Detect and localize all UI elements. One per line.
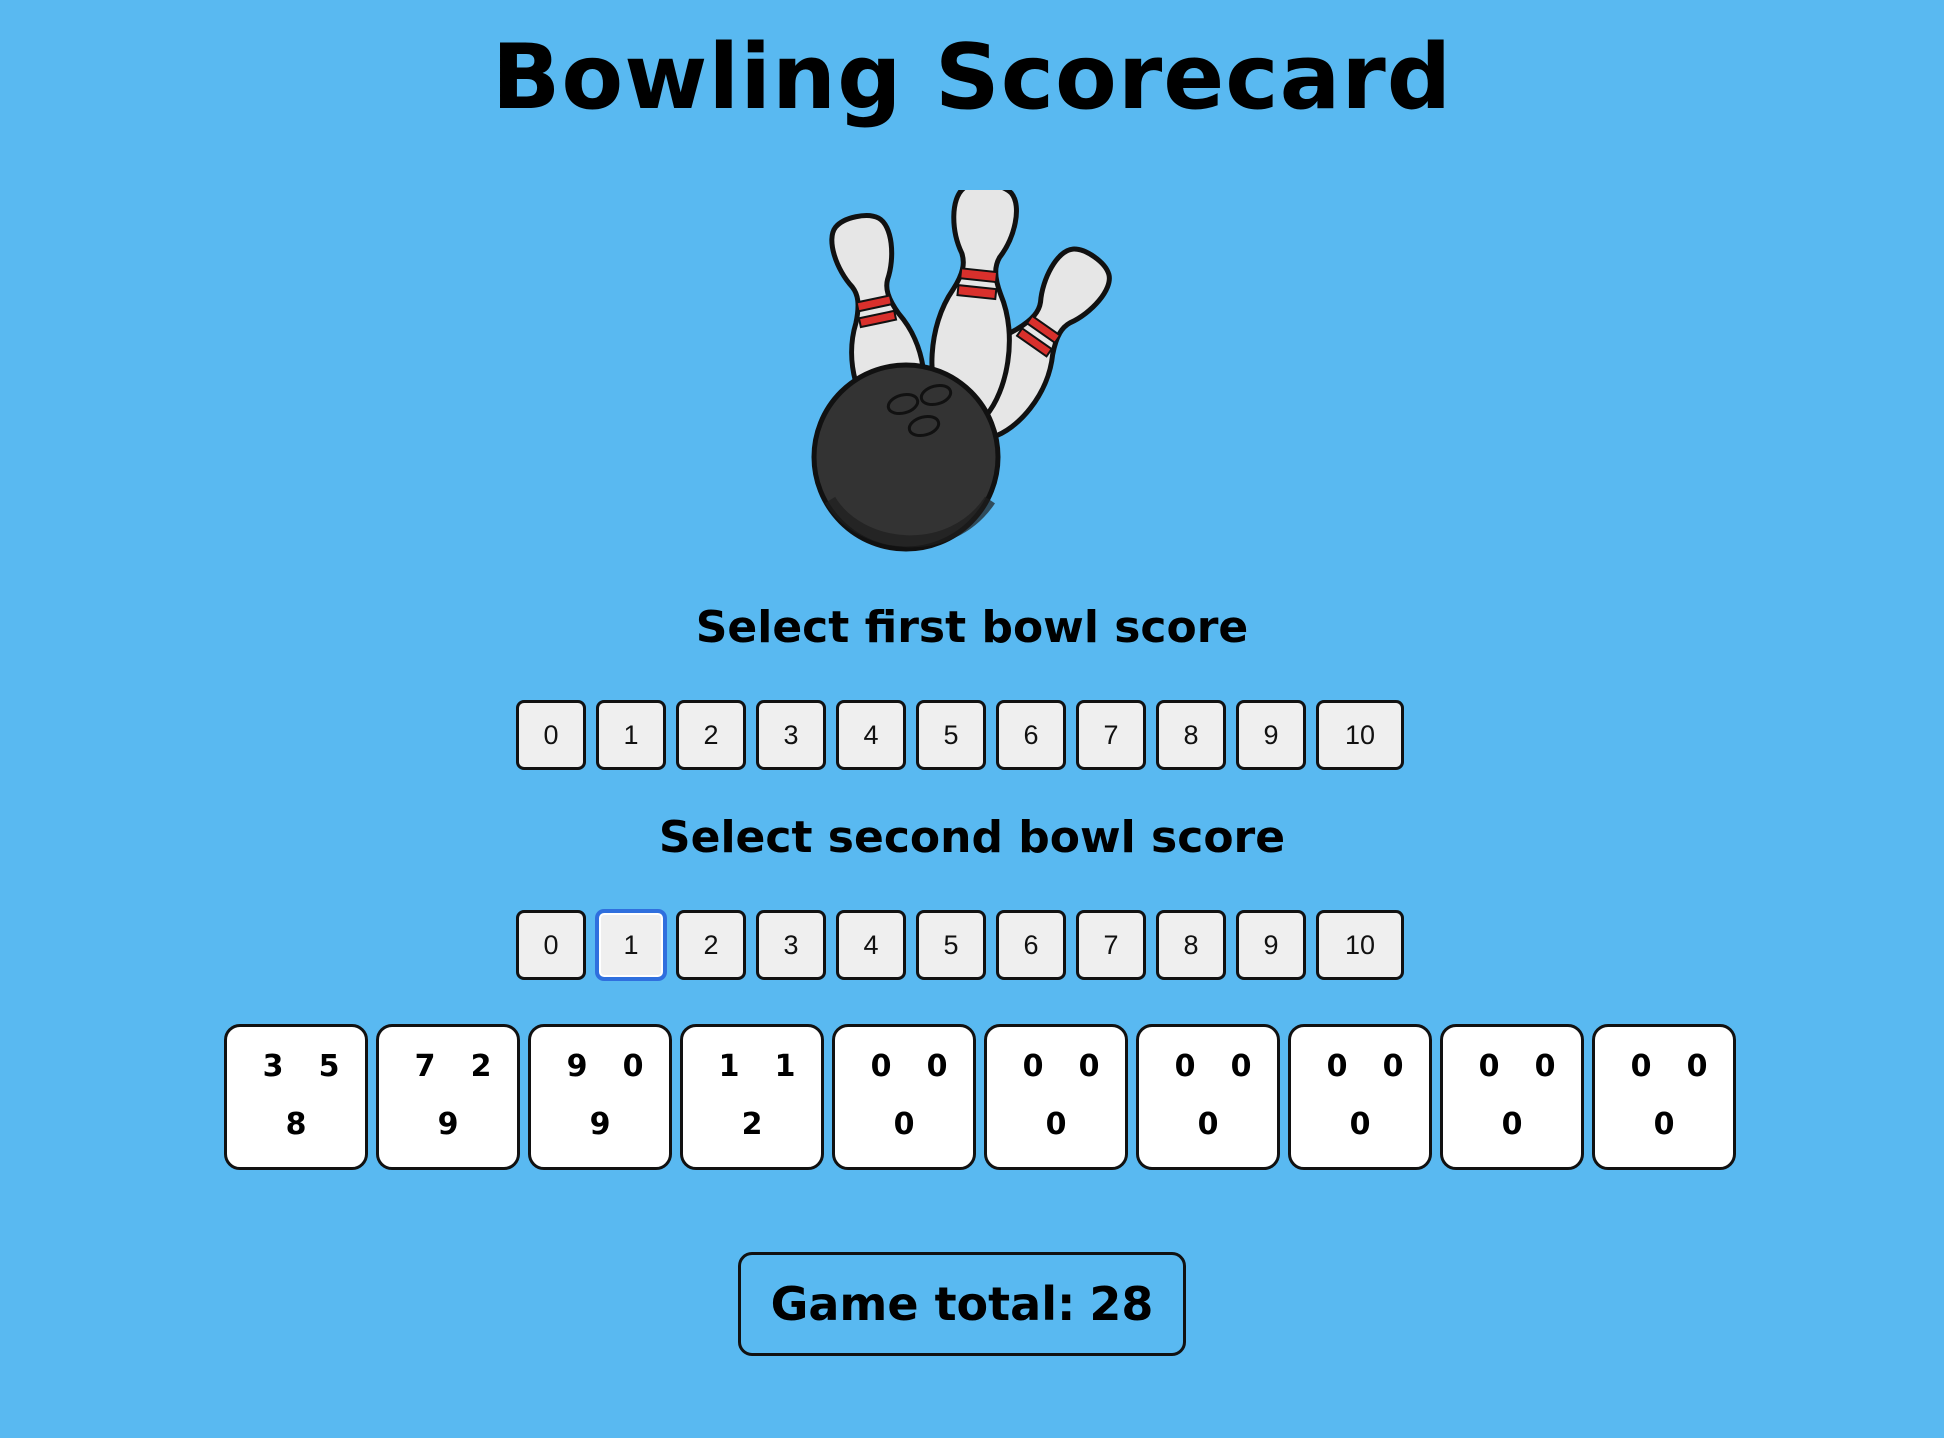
frame-first-bowl: 0 (1478, 1049, 1500, 1084)
frame-total: 8 (285, 1107, 307, 1142)
second-bowl-button-5[interactable]: 5 (916, 910, 986, 980)
bowling-ball (811, 362, 1001, 552)
frame-total: 0 (1045, 1107, 1067, 1142)
second-bowl-button-9[interactable]: 9 (1236, 910, 1306, 980)
frame-second-bowl: 0 (1230, 1049, 1252, 1084)
frame-total: 9 (437, 1107, 459, 1142)
first-bowl-button-7[interactable]: 7 (1076, 700, 1146, 770)
frame-second-bowl: 0 (926, 1049, 948, 1084)
second-bowl-button-3[interactable]: 3 (756, 910, 826, 980)
frame-5: 0 0 0 (832, 1024, 976, 1170)
frame-second-bowl: 0 (622, 1049, 644, 1084)
second-bowl-label: Select second bowl score (658, 812, 1286, 863)
frame-9: 0 0 0 (1440, 1024, 1584, 1170)
frame-6: 0 0 0 (984, 1024, 1128, 1170)
frames-row: 3 5 8 7 2 9 9 0 9 1 1 2 0 0 0 0 0 0 0 0 … (224, 1024, 1736, 1170)
frame-1: 3 5 8 (224, 1024, 368, 1170)
frame-7: 0 0 0 (1136, 1024, 1280, 1170)
first-bowl-buttons: 0 1 2 3 4 5 6 7 8 9 10 (516, 700, 1404, 770)
second-bowl-buttons: 0 1 2 3 4 5 6 7 8 9 10 (516, 910, 1404, 980)
frame-total: 0 (1653, 1107, 1675, 1142)
frame-total: 0 (1501, 1107, 1523, 1142)
game-total-value: 28 (1089, 1277, 1154, 1331)
frame-total: 2 (741, 1107, 763, 1142)
frame-first-bowl: 0 (1174, 1049, 1196, 1084)
first-bowl-button-6[interactable]: 6 (996, 700, 1066, 770)
first-bowl-button-0[interactable]: 0 (516, 700, 586, 770)
frame-second-bowl: 0 (1686, 1049, 1708, 1084)
first-bowl-button-3[interactable]: 3 (756, 700, 826, 770)
frame-second-bowl: 0 (1078, 1049, 1100, 1084)
page-title: Bowling Scorecard (491, 25, 1453, 130)
second-bowl-button-7[interactable]: 7 (1076, 910, 1146, 980)
second-bowl-button-0[interactable]: 0 (516, 910, 586, 980)
frame-total: 0 (893, 1107, 915, 1142)
second-bowl-button-6[interactable]: 6 (996, 910, 1066, 980)
frame-first-bowl: 9 (566, 1049, 588, 1084)
game-total-label: Game total: (770, 1277, 1076, 1331)
first-bowl-button-9[interactable]: 9 (1236, 700, 1306, 770)
frame-first-bowl: 0 (870, 1049, 892, 1084)
frame-second-bowl: 5 (318, 1049, 340, 1084)
bowling-ball-and-pins-icon (811, 190, 1112, 552)
first-bowl-label: Select first bowl score (695, 602, 1249, 653)
frame-first-bowl: 3 (262, 1049, 284, 1084)
second-bowl-button-2[interactable]: 2 (676, 910, 746, 980)
frame-first-bowl: 0 (1630, 1049, 1652, 1084)
first-bowl-button-10[interactable]: 10 (1316, 700, 1404, 770)
frame-first-bowl: 1 (718, 1049, 740, 1084)
frame-total: 0 (1349, 1107, 1371, 1142)
game-total-box: Game total: 28 (738, 1252, 1186, 1356)
frame-total: 9 (589, 1107, 611, 1142)
first-bowl-button-8[interactable]: 8 (1156, 700, 1226, 770)
frame-first-bowl: 0 (1326, 1049, 1348, 1084)
frame-8: 0 0 0 (1288, 1024, 1432, 1170)
first-bowl-button-5[interactable]: 5 (916, 700, 986, 770)
frame-second-bowl: 0 (1382, 1049, 1404, 1084)
frame-10: 0 0 0 (1592, 1024, 1736, 1170)
frame-4: 1 1 2 (680, 1024, 824, 1170)
frame-second-bowl: 1 (774, 1049, 796, 1084)
first-bowl-button-4[interactable]: 4 (836, 700, 906, 770)
frame-second-bowl: 0 (1534, 1049, 1556, 1084)
frame-first-bowl: 0 (1022, 1049, 1044, 1084)
frame-second-bowl: 2 (470, 1049, 492, 1084)
frame-2: 7 2 9 (376, 1024, 520, 1170)
frame-3: 9 0 9 (528, 1024, 672, 1170)
first-bowl-button-2[interactable]: 2 (676, 700, 746, 770)
second-bowl-button-10[interactable]: 10 (1316, 910, 1404, 980)
second-bowl-button-4[interactable]: 4 (836, 910, 906, 980)
frame-first-bowl: 7 (414, 1049, 436, 1084)
second-bowl-button-1[interactable]: 1 (596, 910, 666, 980)
second-bowl-button-8[interactable]: 8 (1156, 910, 1226, 980)
frame-total: 0 (1197, 1107, 1219, 1142)
first-bowl-button-1[interactable]: 1 (596, 700, 666, 770)
